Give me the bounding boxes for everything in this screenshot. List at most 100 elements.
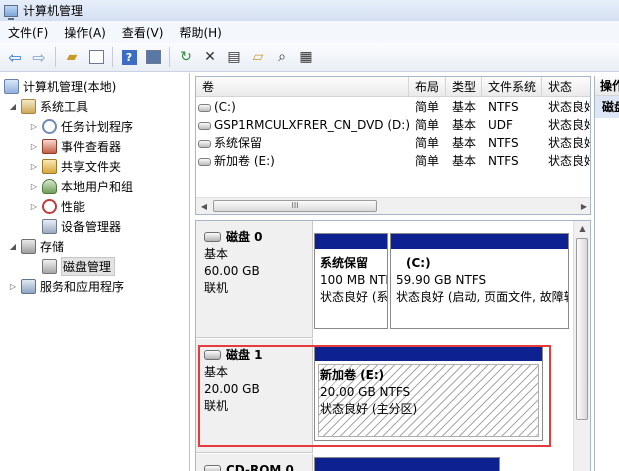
highlight-box <box>198 345 551 447</box>
column-type[interactable]: 类型 <box>446 77 482 97</box>
tree-item-shared-folders[interactable]: ▷ 共享文件夹 <box>29 156 121 176</box>
tree-item-storage[interactable]: ◢ 存储 <box>8 236 64 256</box>
tools-icon <box>21 98 36 114</box>
chevron-down-icon[interactable]: ◢ <box>8 102 18 111</box>
table-row[interactable]: GSP1RMCULXFRER_CN_DVD (D:) 简单 基本 UDF 状态良… <box>196 116 590 134</box>
tree-item-event-viewer[interactable]: ▷ 事件查看器 <box>29 136 121 156</box>
column-status[interactable]: 状态 <box>542 77 590 97</box>
tree-item-local-users[interactable]: ▷ 本地用户和组 <box>29 176 133 196</box>
volume-name: (C:) <box>214 100 236 114</box>
shared-folder-icon <box>42 158 57 174</box>
toolbar-separator <box>55 47 56 67</box>
tree-item-disk-management[interactable]: 磁盘管理 <box>42 256 116 276</box>
scrollbar-thumb[interactable]: III <box>213 200 377 212</box>
menu-action[interactable]: 操作(A) <box>56 24 114 41</box>
volume-filesystem: UDF <box>488 118 513 132</box>
services-icon <box>21 278 36 294</box>
computer-management-icon <box>4 4 18 20</box>
tree-item-label: 本地用户和组 <box>61 179 134 194</box>
title-bar: 计算机管理 <box>0 0 619 21</box>
navigation-tree: 计算机管理(本地) ◢ 系统工具 ▷ 任务计划程序 ▷ 事件查看器 ▷ 共享文件… <box>0 73 190 471</box>
folder-up-icon[interactable]: ▰ <box>61 46 83 68</box>
partition-name: (C:) <box>406 256 431 270</box>
chevron-right-icon[interactable]: ▷ <box>8 282 18 291</box>
tree-item-label: 服务和应用程序 <box>40 279 125 294</box>
back-icon[interactable]: ⇦ <box>4 46 26 68</box>
refresh-icon[interactable]: ↻ <box>175 46 197 68</box>
tree-item-label: 事件查看器 <box>61 139 122 154</box>
disk-0-label[interactable]: 磁盘 0 基本 60.00 GB 联机 <box>196 221 313 338</box>
partition-size: 59.90 GB NTFS <box>396 273 487 287</box>
tree-item-label: 存储 <box>40 239 65 254</box>
scroll-right-icon[interactable]: ▶ <box>576 198 590 214</box>
toolbar: ⇦ ⇨ ▰ ? ↻ ✕ ▤ ▱ ⌕ ▦ <box>0 43 619 72</box>
chevron-right-icon[interactable]: ▷ <box>29 182 39 191</box>
scrollbar-thumb[interactable] <box>576 238 588 420</box>
toolbar-separator <box>169 47 170 67</box>
volume-filesystem: NTFS <box>488 154 519 168</box>
show-tree-icon[interactable] <box>85 46 107 68</box>
volume-status: 状态良好 <box>548 154 590 168</box>
disk-icon <box>204 232 221 242</box>
column-filesystem[interactable]: 文件系统 <box>482 77 542 97</box>
search-icon[interactable]: ⌕ <box>271 46 293 68</box>
chevron-right-icon[interactable]: ▷ <box>29 162 39 171</box>
tree-item-root[interactable]: 计算机管理(本地) <box>4 76 116 96</box>
rescan-icon[interactable]: ▦ <box>295 46 317 68</box>
partition-status: 状态良好 (系统, 活动, 主分区) <box>320 290 388 304</box>
partition-cdrom[interactable] <box>314 457 500 471</box>
actions-header: 操作 <box>595 76 619 96</box>
tree-item-label: 共享文件夹 <box>61 159 122 174</box>
forward-icon[interactable]: ⇨ <box>28 46 50 68</box>
drive-icon <box>198 158 211 166</box>
volume-status: 状态良好 <box>548 100 590 114</box>
tree-item-task-scheduler[interactable]: ▷ 任务计划程序 <box>29 116 133 136</box>
actions-pane: 操作 磁盘管理 <box>594 76 619 471</box>
scroll-left-icon[interactable]: ◀ <box>196 198 212 214</box>
table-row[interactable]: (C:) 简单 基本 NTFS 状态良好 <box>196 98 590 116</box>
menu-view[interactable]: 查看(V) <box>114 24 172 41</box>
computer-icon <box>4 78 19 94</box>
partition-c[interactable]: (C:) 59.90 GB NTFS 状态良好 (启动, 页面文件, 故障转储,… <box>390 233 569 329</box>
partition-system-reserved[interactable]: 系统保留 100 MB NTFS 状态良好 (系统, 活动, 主分区) <box>314 233 388 329</box>
menu-help[interactable]: 帮助(H) <box>171 24 229 41</box>
table-row[interactable]: 系统保留 简单 基本 NTFS 状态良好 <box>196 134 590 152</box>
help-icon[interactable]: ? <box>118 46 140 68</box>
window-title: 计算机管理 <box>23 4 84 18</box>
device-manager-icon <box>42 218 57 234</box>
scroll-up-icon[interactable]: ▲ <box>574 221 590 237</box>
delete-icon[interactable]: ✕ <box>199 46 221 68</box>
tree-item-performance[interactable]: ▷ 性能 <box>29 196 85 216</box>
actions-item[interactable]: 磁盘管理 <box>595 96 619 118</box>
open-icon[interactable]: ▱ <box>247 46 269 68</box>
volume-layout: 简单 <box>415 100 440 114</box>
chevron-right-icon[interactable]: ▷ <box>29 202 39 211</box>
tree-item-device-manager[interactable]: 设备管理器 <box>29 216 121 236</box>
panel-icon[interactable] <box>142 46 164 68</box>
chevron-right-icon[interactable]: ▷ <box>29 122 39 131</box>
volume-status: 状态良好 <box>548 118 590 132</box>
chevron-down-icon[interactable]: ◢ <box>8 242 18 251</box>
chevron-right-icon[interactable]: ▷ <box>29 142 39 151</box>
column-layout[interactable]: 布局 <box>409 77 446 97</box>
properties-icon[interactable]: ▤ <box>223 46 245 68</box>
table-row[interactable]: 新加卷 (E:) 简单 基本 NTFS 状态良好 <box>196 152 590 170</box>
horizontal-scrollbar[interactable]: ◀ III ▶ <box>196 197 590 214</box>
tree-item-system-tools[interactable]: ◢ 系统工具 <box>8 96 88 116</box>
volume-list-header: 卷 布局 类型 文件系统 状态 <box>196 77 590 97</box>
menu-file[interactable]: 文件(F) <box>0 24 56 41</box>
event-viewer-icon <box>42 138 57 154</box>
volume-filesystem: NTFS <box>488 136 519 150</box>
column-volume[interactable]: 卷 <box>196 77 409 97</box>
volume-name: GSP1RMCULXFRER_CN_DVD (D:) <box>214 118 409 132</box>
tree-item-label: 磁盘管理 <box>61 256 116 276</box>
volume-name: 系统保留 <box>214 136 263 150</box>
volume-type: 基本 <box>452 100 477 114</box>
volume-layout: 简单 <box>415 118 440 132</box>
cdrom-0-label[interactable]: CD-ROM 0 <box>196 454 313 471</box>
volume-type: 基本 <box>452 118 477 132</box>
volume-type: 基本 <box>452 136 477 150</box>
tree-item-services[interactable]: ▷ 服务和应用程序 <box>8 276 124 296</box>
vertical-scrollbar[interactable]: ▲ <box>573 221 590 471</box>
cdrom-icon <box>204 465 221 471</box>
